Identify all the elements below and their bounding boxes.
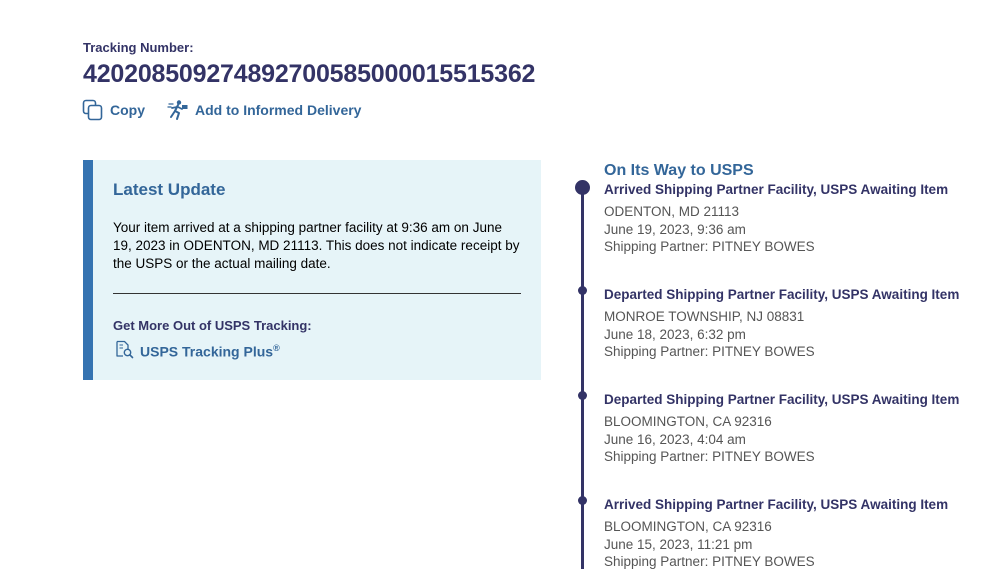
latest-update-text: Your item arrived at a shipping partner …	[113, 220, 520, 271]
copy-button[interactable]: Copy	[82, 99, 145, 121]
event-title: Arrived Shipping Partner Facility, USPS …	[604, 497, 949, 512]
event-location: BLOOMINGTON, CA 92316	[604, 414, 772, 429]
running-carrier-icon	[167, 99, 189, 121]
timeline-event: Arrived Shipping Partner Facility, USPS …	[604, 181, 994, 256]
event-location: ODENTON, MD 21113	[604, 204, 740, 219]
latest-update-title: Latest Update	[113, 180, 226, 199]
event-location: BLOOMINGTON, CA 92316	[604, 519, 772, 534]
tracking-actions: Copy Add to Informed Delivery	[82, 99, 361, 121]
timeline-current-dot	[575, 180, 590, 195]
event-location: MONROE TOWNSHIP, NJ 08831	[604, 309, 805, 324]
tracking-timeline: On Its Way to USPS Arrived Shipping Part…	[570, 160, 990, 569]
timeline-dot	[578, 496, 587, 505]
tracking-number: 420208509274892700585000015515362	[83, 60, 536, 88]
more-tracking-title: Get More Out of USPS Tracking:	[113, 318, 312, 333]
document-search-icon	[115, 340, 134, 362]
timeline-event: Departed Shipping Partner Facility, USPS…	[604, 391, 994, 466]
event-title: Departed Shipping Partner Facility, USPS…	[604, 392, 960, 407]
event-partner: Shipping Partner: PITNEY BOWES	[604, 554, 815, 569]
timeline-dot	[578, 286, 587, 295]
event-datetime: June 15, 2023, 11:21 pm	[604, 536, 753, 552]
timeline-phase-title: On Its Way to USPS	[604, 162, 754, 179]
usps-tracking-plus-link[interactable]: USPS Tracking Plus®	[115, 340, 280, 362]
event-datetime: June 16, 2023, 4:04 am	[604, 431, 746, 447]
latest-update-panel: Latest Update Your item arrived at a shi…	[83, 160, 541, 380]
event-title: Departed Shipping Partner Facility, USPS…	[604, 287, 960, 302]
timeline-event: Arrived Shipping Partner Facility, USPS …	[604, 496, 994, 569]
event-partner: Shipping Partner: PITNEY BOWES	[604, 449, 815, 464]
copy-icon	[82, 99, 104, 121]
event-partner: Shipping Partner: PITNEY BOWES	[604, 344, 815, 359]
event-datetime: June 18, 2023, 6:32 pm	[604, 326, 746, 342]
copy-label: Copy	[110, 102, 145, 118]
add-to-informed-delivery-button[interactable]: Add to Informed Delivery	[167, 99, 361, 121]
event-title: Arrived Shipping Partner Facility, USPS …	[604, 182, 949, 197]
usps-tracking-plus-label: USPS Tracking Plus	[140, 343, 274, 360]
tracking-page: Tracking Number: 42020850927489270058500…	[0, 0, 997, 569]
tracking-number-label: Tracking Number:	[83, 40, 194, 55]
timeline-dot	[578, 391, 587, 400]
divider	[113, 293, 521, 294]
registered-mark: ®	[273, 342, 280, 353]
timeline-event: Departed Shipping Partner Facility, USPS…	[604, 286, 994, 361]
event-partner: Shipping Partner: PITNEY BOWES	[604, 239, 815, 254]
event-datetime: June 19, 2023, 9:36 am	[604, 221, 746, 237]
informed-delivery-label: Add to Informed Delivery	[195, 102, 362, 118]
timeline-line	[581, 187, 584, 569]
